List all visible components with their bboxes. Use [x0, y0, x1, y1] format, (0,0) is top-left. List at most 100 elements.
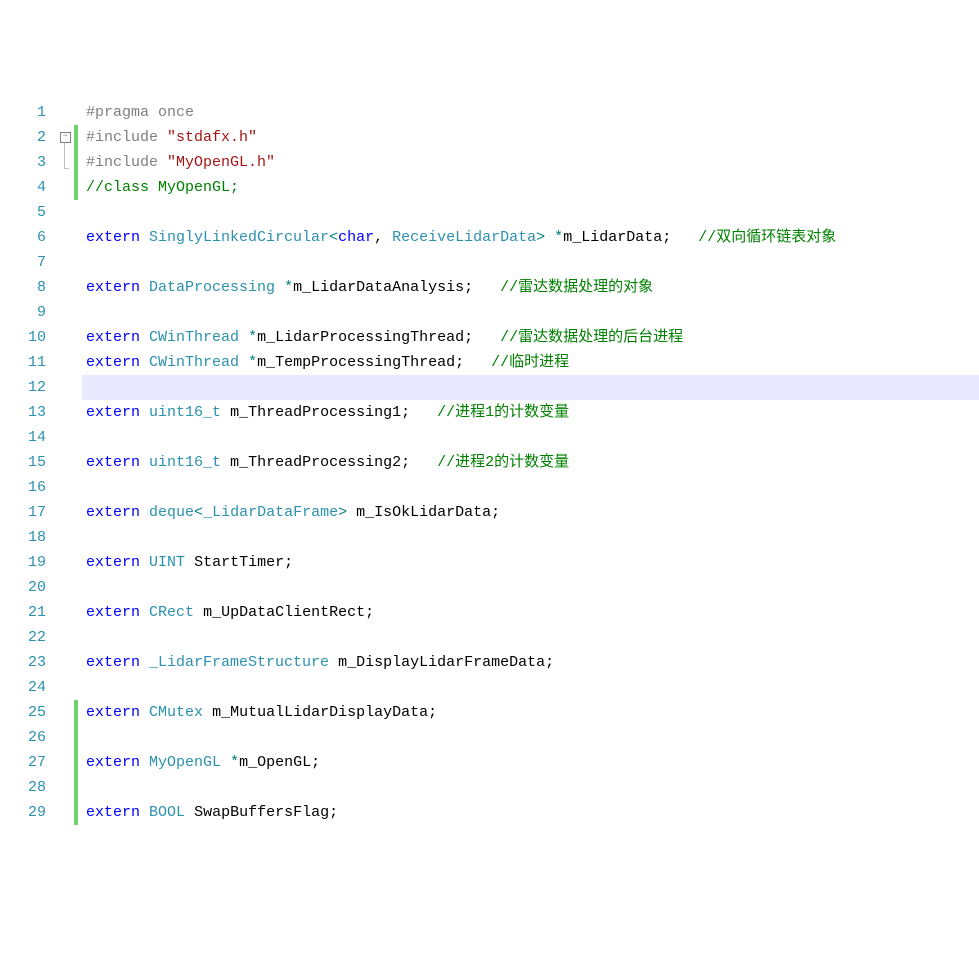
code-line[interactable] — [82, 775, 979, 800]
token — [140, 654, 149, 671]
code-line[interactable]: extern SinglyLinkedCircular<char, Receiv… — [82, 225, 979, 250]
token: m_LidarDataAnalysis — [293, 279, 464, 296]
token: SwapBuffersFlag — [194, 804, 329, 821]
code-line[interactable]: extern uint16_t m_ThreadProcessing1; //进… — [82, 400, 979, 425]
line-number: 4 — [0, 175, 46, 200]
token: class MyOpenGL; — [104, 179, 239, 196]
token: #include — [86, 129, 158, 146]
token: * — [248, 354, 257, 371]
code-line[interactable] — [82, 675, 979, 700]
code-line[interactable]: extern uint16_t m_ThreadProcessing2; //进… — [82, 450, 979, 475]
token: CMutex — [149, 704, 203, 721]
token: extern — [86, 454, 140, 471]
token: ; — [329, 804, 338, 821]
token: ; — [545, 654, 554, 671]
code-line[interactable]: extern _LidarFrameStructure m_DisplayLid… — [82, 650, 979, 675]
token — [203, 704, 212, 721]
code-line[interactable]: extern MyOpenGL *m_OpenGL; — [82, 750, 979, 775]
code-line[interactable] — [82, 200, 979, 225]
token: //雷达数据处理的对象 — [500, 279, 653, 296]
token: //双向循环链表对象 — [698, 229, 836, 246]
token — [140, 704, 149, 721]
code-line[interactable]: extern DataProcessing *m_LidarDataAnalys… — [82, 275, 979, 300]
fold-column[interactable]: − — [60, 100, 74, 834]
code-line[interactable]: extern CWinThread *m_TempProcessingThrea… — [82, 350, 979, 375]
code-line[interactable] — [82, 300, 979, 325]
code-line[interactable]: //class MyOpenGL; — [82, 175, 979, 200]
line-number: 24 — [0, 675, 46, 700]
change-mark — [74, 700, 78, 825]
code-line[interactable] — [82, 375, 979, 400]
token: ; — [464, 329, 473, 346]
token: #pragma — [86, 104, 149, 121]
code-line[interactable] — [82, 475, 979, 500]
line-number: 12 — [0, 375, 46, 400]
fold-toggle-icon[interactable]: − — [60, 132, 71, 143]
code-line[interactable] — [82, 250, 979, 275]
token — [140, 454, 149, 471]
token — [185, 804, 194, 821]
code-line[interactable]: extern CWinThread *m_LidarProcessingThre… — [82, 325, 979, 350]
code-line[interactable]: extern BOOL SwapBuffersFlag; — [82, 800, 979, 825]
line-number: 7 — [0, 250, 46, 275]
code-line[interactable] — [82, 425, 979, 450]
code-line[interactable]: #pragma once — [82, 100, 979, 125]
code-line[interactable] — [82, 625, 979, 650]
token — [239, 354, 248, 371]
code-line[interactable]: extern CMutex m_MutualLidarDisplayData; — [82, 700, 979, 725]
line-number: 21 — [0, 600, 46, 625]
code-line[interactable]: #include "MyOpenGL.h" — [82, 150, 979, 175]
line-number: 22 — [0, 625, 46, 650]
line-number: 1 — [0, 100, 46, 125]
line-number: 13 — [0, 400, 46, 425]
token: MyOpenGL — [149, 754, 221, 771]
token: extern — [86, 554, 140, 571]
token — [140, 279, 149, 296]
line-number: 28 — [0, 775, 46, 800]
token: , — [374, 229, 392, 246]
token: ; — [311, 754, 320, 771]
code-area[interactable]: #pragma once#include "stdafx.h"#include … — [82, 100, 979, 834]
token — [140, 604, 149, 621]
token: m_LidarProcessingThread — [257, 329, 464, 346]
token: ; — [401, 454, 410, 471]
token: CRect — [149, 604, 194, 621]
token — [221, 454, 230, 471]
token: extern — [86, 504, 140, 521]
token — [140, 404, 149, 421]
token: ; — [662, 229, 671, 246]
line-number: 19 — [0, 550, 46, 575]
token: "MyOpenGL.h" — [167, 154, 275, 171]
token: #include — [86, 154, 158, 171]
token: ; — [491, 504, 500, 521]
token — [545, 229, 554, 246]
code-line[interactable] — [82, 725, 979, 750]
code-line[interactable]: #include "stdafx.h" — [82, 125, 979, 150]
token: * — [554, 229, 563, 246]
token: _LidarDataFrame — [203, 504, 338, 521]
code-line[interactable]: extern UINT StartTimer; — [82, 550, 979, 575]
token: extern — [86, 404, 140, 421]
line-number: 11 — [0, 350, 46, 375]
token: extern — [86, 704, 140, 721]
code-line[interactable]: extern deque<_LidarDataFrame> m_IsOkLida… — [82, 500, 979, 525]
code-editor[interactable]: 1234567891011121314151617181920212223242… — [0, 100, 979, 834]
token — [140, 329, 149, 346]
token: m_TempProcessingThread — [257, 354, 455, 371]
line-number: 2 — [0, 125, 46, 150]
code-line[interactable] — [82, 575, 979, 600]
token: //进程2的计数变量 — [437, 454, 569, 471]
token: uint16_t — [149, 404, 221, 421]
line-number: 25 — [0, 700, 46, 725]
token: m_OpenGL — [239, 754, 311, 771]
token — [140, 554, 149, 571]
line-number: 17 — [0, 500, 46, 525]
token: m_LidarData — [563, 229, 662, 246]
token: BOOL — [149, 804, 185, 821]
code-line[interactable] — [82, 525, 979, 550]
token: StartTimer — [194, 554, 284, 571]
token: CWinThread — [149, 329, 239, 346]
code-line[interactable]: extern CRect m_UpDataClientRect; — [82, 600, 979, 625]
change-mark-column — [74, 100, 82, 834]
token — [275, 279, 284, 296]
